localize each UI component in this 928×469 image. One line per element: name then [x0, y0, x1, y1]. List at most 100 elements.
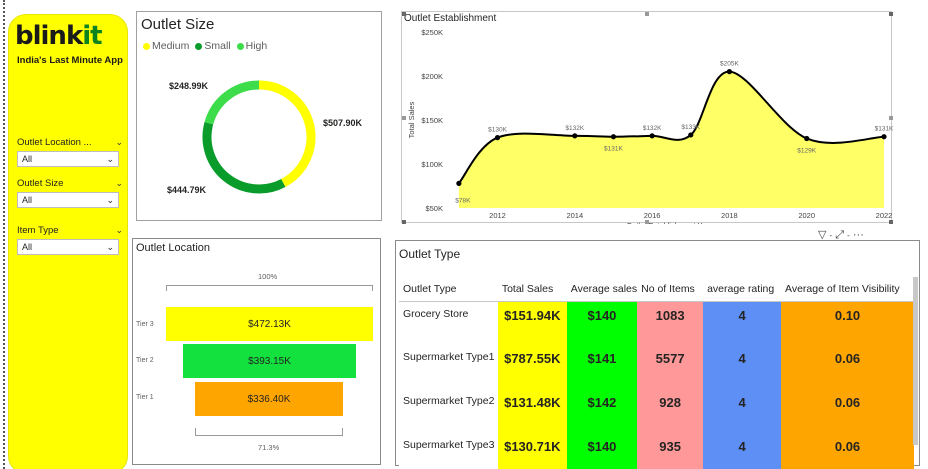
slicer-dropdown[interactable]: All ⌄: [17, 151, 119, 167]
data-label: $133K: [681, 124, 700, 131]
x-tick-label: 2022: [876, 211, 893, 220]
chevron-down-icon[interactable]: ⌄: [115, 178, 123, 189]
data-label: $132K: [565, 125, 584, 132]
resize-handle[interactable]: [889, 12, 893, 16]
table-row[interactable]: Supermarket Type1 $787.55K $141 5577 4 0…: [399, 345, 914, 389]
resize-handle[interactable]: [889, 220, 893, 224]
panel-title: Outlet Size: [141, 16, 215, 33]
chevron-down-icon: ⌄: [106, 241, 114, 252]
data-point[interactable]: [881, 134, 887, 140]
chevron-down-icon[interactable]: ⌄: [115, 137, 123, 148]
slicer-label: Outlet Location ...: [17, 136, 92, 148]
area-chart[interactable]: $50K $100K $150K $200K $250K 2012 2014 2016 2018…: [402, 12, 893, 224]
resize-handle[interactable]: [402, 116, 406, 120]
data-label: $132K: [643, 125, 662, 132]
data-point[interactable]: [649, 133, 655, 139]
visibility-cell: 0.06: [781, 345, 914, 389]
total-sales-cell: $151.94K: [497, 301, 567, 345]
funnel-bottom-bracket: [195, 428, 343, 436]
panel-title: Outlet Type: [399, 247, 461, 261]
funnel-top-bracket: [166, 285, 373, 291]
slicer-value: All: [22, 154, 33, 164]
x-tick-label: 2012: [489, 211, 506, 220]
data-point[interactable]: [804, 135, 810, 142]
rating-cell: 4: [703, 433, 782, 469]
outlet-type-panel[interactable]: Outlet Type Outlet Type Total Sales Aver…: [395, 240, 920, 469]
resize-handle[interactable]: [645, 220, 649, 224]
chevron-down-icon[interactable]: ⌄: [115, 225, 123, 236]
slicer-outlet-size[interactable]: Outlet Size ⌄ All ⌄: [17, 176, 123, 208]
data-point[interactable]: [610, 134, 617, 140]
column-header[interactable]: Total Sales: [497, 277, 567, 302]
resize-handle[interactable]: [402, 220, 406, 224]
slicer-value: All: [22, 242, 33, 252]
donut-slice[interactable]: [202, 121, 286, 194]
resize-handle[interactable]: [889, 116, 893, 120]
total-sales-cell: $787.55K: [497, 345, 567, 389]
outlet-establishment-panel[interactable]: Outlet Establishment $50K $100K $150K $200K…: [401, 11, 893, 224]
column-header[interactable]: Outlet Type: [399, 277, 498, 302]
data-label: $130K: [488, 127, 507, 134]
outlet-type-cell: Supermarket Type1: [399, 345, 498, 389]
data-point[interactable]: [572, 133, 578, 139]
data-point[interactable]: [688, 132, 694, 138]
average-sales-cell: $140: [566, 433, 638, 469]
slicer-value: All: [22, 195, 33, 205]
table-row[interactable]: Grocery Store $151.94K $140 1083 4 0.10: [399, 301, 914, 345]
donut-slice[interactable]: [258, 80, 316, 187]
donut-slice[interactable]: [204, 80, 260, 125]
total-sales-cell: $131.48K: [497, 389, 567, 433]
rating-cell: 4: [703, 301, 782, 345]
table-row[interactable]: Supermarket Type2 $131.48K $142 928 4 0.…: [399, 389, 914, 433]
slicer-item-type[interactable]: Item Type ⌄ All ⌄: [17, 223, 123, 255]
outlet-size-panel[interactable]: Outlet Size Medium Small High $507.90K $…: [136, 11, 382, 221]
data-point[interactable]: [726, 69, 733, 75]
no-of-items-cell: 5577: [637, 345, 704, 389]
funnel-bar-tier1[interactable]: $336.40K: [195, 382, 343, 416]
x-tick-label: 2018: [721, 211, 738, 220]
legend-item[interactable]: Medium: [143, 40, 189, 52]
donut-label-small: $444.79K: [167, 185, 207, 195]
total-sales-cell: $130.71K: [497, 433, 567, 469]
data-point[interactable]: [456, 180, 462, 186]
average-sales-cell: $142: [566, 389, 638, 433]
outlet-location-panel[interactable]: Outlet Location 100% Tier 3 Tier 2 Tier …: [132, 238, 381, 465]
data-label: $131K: [875, 126, 893, 133]
tier-label: Tier 1: [136, 394, 154, 401]
tier-label: Tier 2: [136, 357, 154, 364]
outlet-type-cell: Supermarket Type2: [399, 389, 498, 433]
blinkit-logo: blinkit: [15, 21, 103, 51]
no-of-items-cell: 1083: [637, 301, 704, 345]
slicer-dropdown[interactable]: All ⌄: [17, 192, 119, 208]
column-header[interactable]: Average sales: [566, 277, 638, 302]
donut-chart[interactable]: [197, 75, 321, 199]
y-tick-label: $50K: [425, 204, 443, 213]
table-header-row: Outlet Type Total Sales Average sales No…: [399, 277, 914, 302]
donut-label-medium: $507.90K: [323, 118, 363, 128]
y-tick-label: $150K: [421, 116, 443, 125]
table-scrollbar[interactable]: [913, 277, 918, 445]
column-header[interactable]: Average of Item Visibility: [781, 277, 914, 302]
data-point[interactable]: [494, 135, 501, 141]
funnel-bar-tier2[interactable]: $393.15K: [183, 344, 356, 378]
dashboard-page: blinkit India's Last Minute App Outlet L…: [0, 0, 928, 469]
canvas-edge: [3, 0, 5, 469]
slicer-outlet-location[interactable]: Outlet Location ... ⌄ All ⌄: [17, 135, 123, 167]
slicer-dropdown[interactable]: All ⌄: [17, 239, 119, 255]
resize-handle[interactable]: [645, 12, 649, 16]
legend-item[interactable]: Small: [195, 40, 231, 52]
column-header[interactable]: average rating: [703, 277, 782, 302]
resize-handle[interactable]: [402, 12, 406, 16]
funnel-bar-tier3[interactable]: $472.13K: [166, 307, 373, 341]
chevron-down-icon: ⌄: [106, 153, 114, 164]
logo-main: blink: [15, 21, 83, 51]
y-tick-label: $200K: [421, 72, 443, 81]
table-row[interactable]: Supermarket Type3 $130.71K $140 935 4 0.…: [399, 433, 914, 469]
data-label: $205K: [720, 61, 739, 68]
legend-item[interactable]: High: [236, 40, 267, 52]
average-sales-cell: $141: [566, 345, 638, 389]
outlet-type-table: Outlet Type Total Sales Average sales No…: [399, 277, 914, 469]
average-sales-cell: $140: [566, 301, 638, 345]
funnel-bottom-pct: 71.3%: [258, 443, 280, 452]
column-header[interactable]: No of Items: [637, 277, 704, 302]
